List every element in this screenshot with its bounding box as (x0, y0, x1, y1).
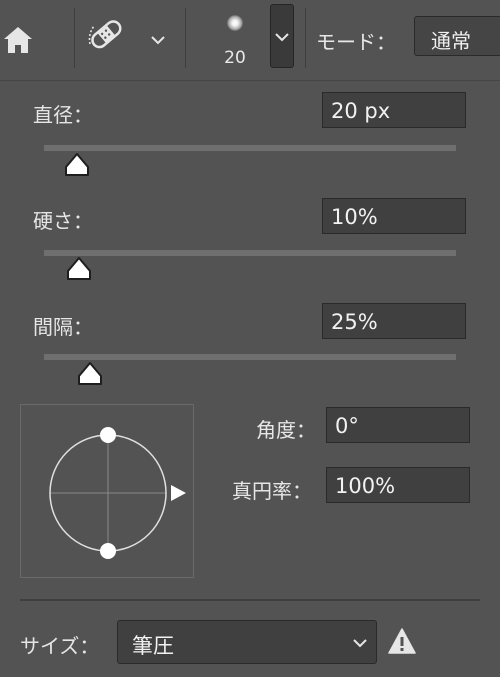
divider (20, 599, 480, 601)
size-control-label: サイズ： (20, 634, 100, 658)
hardness-slider-thumb[interactable] (65, 256, 93, 282)
diameter-input[interactable]: 20 px (322, 92, 466, 128)
angle-arrow-handle[interactable] (171, 485, 186, 501)
warning-icon[interactable] (387, 626, 417, 656)
hardness-slider-track[interactable] (44, 250, 456, 256)
angle-label: 角度： (256, 418, 316, 442)
tool-preset-chevron-down-icon[interactable] (150, 34, 166, 46)
spacing-label: 間隔： (33, 315, 93, 339)
brush-picker-button[interactable] (270, 4, 294, 68)
home-icon[interactable] (0, 22, 36, 58)
healing-brush-icon[interactable] (86, 14, 128, 56)
separator (305, 8, 306, 68)
diameter-slider-thumb[interactable] (63, 152, 91, 178)
hardness-input[interactable]: 10% (322, 198, 466, 234)
options-bar: 20 モード： 通常 (0, 0, 500, 80)
chevron-down-icon (275, 33, 289, 42)
options-bar-border (0, 80, 500, 81)
separator (74, 8, 75, 68)
roundness-input[interactable]: 100% (326, 467, 470, 503)
spacing-slider-thumb[interactable] (76, 361, 104, 387)
diameter-slider-track[interactable] (44, 145, 456, 151)
spacing-slider-track[interactable] (44, 354, 456, 360)
roundness-handle-top[interactable] (100, 427, 116, 443)
spacing-input[interactable]: 25% (322, 303, 466, 339)
diameter-label: 直径： (33, 103, 93, 127)
roundness-handle-bottom[interactable] (100, 543, 116, 559)
chevron-down-icon (353, 639, 367, 648)
brush-size-label: 20 (224, 48, 246, 68)
brush-tip-preview-icon[interactable] (227, 15, 243, 31)
angle-input[interactable]: 0° (326, 407, 470, 443)
size-control-value: 筆圧 (132, 634, 174, 658)
mode-select[interactable]: 通常 (414, 16, 500, 56)
separator (185, 8, 186, 68)
roundness-label: 真円率： (232, 479, 312, 503)
hardness-label: 硬さ： (33, 209, 93, 233)
brush-angle-roundness-widget[interactable] (20, 404, 194, 578)
size-control-select[interactable]: 筆圧 (117, 620, 377, 664)
mode-label: モード： (316, 30, 396, 54)
angle-roundness-dial (49, 427, 186, 559)
